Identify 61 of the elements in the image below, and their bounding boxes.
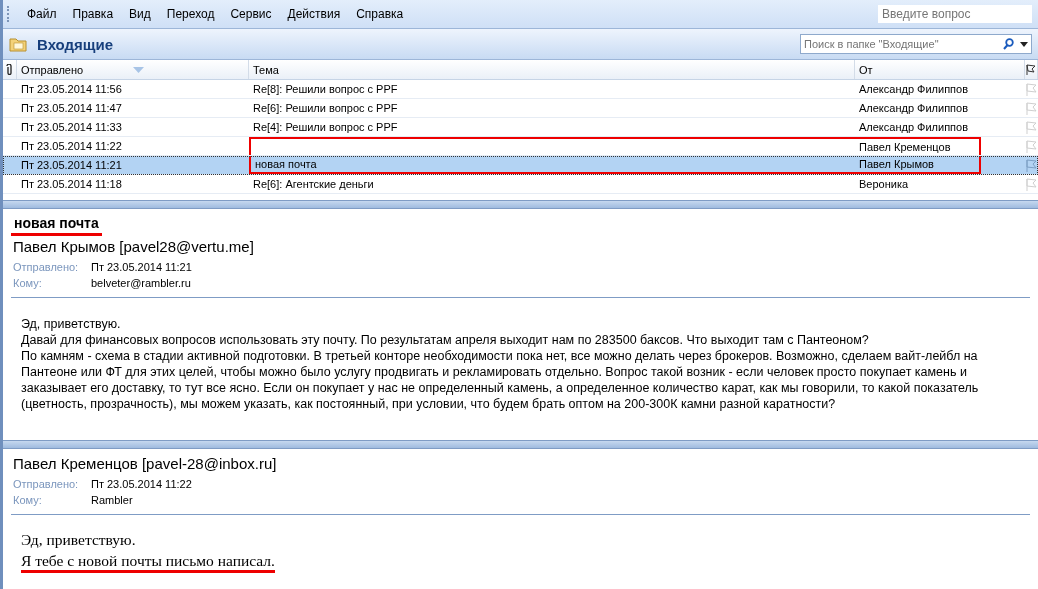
message-row[interactable]: Пт 23.05.2014 11:47 Re[6]: Решили вопрос с PPF Александр Филиппов (3, 99, 1038, 118)
message-sender: Павел Кременцов [pavel-28@inbox.ru] (13, 455, 278, 472)
table-cell: Пт 23.05.2014 11:18 (21, 178, 122, 190)
table-cell: Александр Филиппов (859, 121, 969, 133)
help-search-field[interactable]: Введите вопрос (878, 5, 1032, 23)
recipient: belveter@rambler.ru (91, 277, 191, 289)
table-cell: Пт 23.05.2014 11:33 (21, 121, 122, 133)
table-cell: Александр Филиппов (859, 83, 969, 95)
pane-splitter[interactable] (3, 440, 1038, 449)
menu-item[interactable]: Файл (19, 7, 65, 21)
message-row[interactable]: Пт 23.05.2014 11:18 Re[6]: Агентские деньги Вероника (3, 175, 1038, 194)
column-header[interactable]: Отправлено (17, 60, 249, 79)
table-cell: Пт 23.05.2014 11:21 (21, 159, 122, 171)
column-header[interactable] (3, 60, 17, 79)
message-subject: новая почта (11, 213, 102, 236)
sent-date: Пт 23.05.2014 11:22 (91, 478, 192, 490)
flag-icon (1026, 64, 1036, 75)
column-header[interactable] (1025, 60, 1038, 79)
menu-item[interactable]: Действия (279, 7, 349, 21)
folder-title: Входящие (37, 35, 114, 53)
field-label: Кому: (12, 277, 43, 289)
table-cell: Re[4]: Решили вопрос с PPF (253, 121, 398, 133)
table-cell: новая почта (255, 158, 317, 170)
menu-item[interactable]: Переход (158, 7, 223, 21)
message-row[interactable]: Пт 23.05.2014 11:56 Re[8]: Решили вопрос с PPF Александр Филиппов (3, 80, 1038, 99)
field-label: Кому: (12, 494, 43, 506)
table-cell: Александр Филиппов (859, 102, 969, 114)
recipient: Rambler (91, 494, 133, 506)
sent-date: Пт 23.05.2014 11:21 (91, 261, 192, 273)
body-text: Эд, приветствую. (21, 317, 121, 332)
table-cell: Re[6]: Агентские деньги (253, 178, 374, 190)
column-title: Тема (253, 63, 279, 76)
table-cell: Re[6]: Решили вопрос с PPF (253, 102, 398, 114)
folder-icon (9, 36, 27, 52)
table-cell: Пт 23.05.2014 11:22 (21, 140, 122, 152)
table-cell: Вероника (859, 178, 909, 190)
field-label: Отправлено: (12, 478, 80, 490)
table-cell: Павел Кременцов (859, 141, 951, 153)
paperclip-icon (6, 64, 13, 75)
table-cell: Re[8]: Решили вопрос с PPF (253, 83, 398, 95)
body-text: Я тебе с новой почты письмо написал. (21, 552, 275, 573)
column-header[interactable]: От (855, 60, 1025, 79)
pane-splitter[interactable] (3, 200, 1038, 209)
column-header[interactable]: Тема (249, 60, 855, 79)
column-title: От (859, 63, 873, 76)
body-text: По камням - схема в стадии активной подготовки. В третьей конторе необходимости пока нет, все можно делать через брокеров. Возможно, сделаем вайт-лейбл на Пантеоне или ФТ для этих целей, чтобы можно было услугу продвигать и рекламировать отдельно. Вопрос такой возник - если человек просто покупает камень и заказывает его доставку, то тут все ясно. Если он покупает у нас не определенный камень, а определенное количество карат, как мы говорили, то какой показатель (цветность, прозрачность), мы можем указать, как постоянный, при условии, что будем брать оптом на 200-300К камни разной каратности? (21, 349, 979, 412)
menu-item[interactable]: Сервис (222, 7, 280, 21)
table-cell: Павел Крымов (859, 158, 934, 170)
body-text: Эд, приветствую. (21, 531, 136, 549)
field-label: Отправлено: (12, 261, 80, 273)
menu-item[interactable]: Правка (64, 7, 122, 21)
column-title: Отправлено (21, 63, 84, 76)
table-cell: Пт 23.05.2014 11:47 (21, 102, 122, 114)
message-row[interactable]: Пт 23.05.2014 11:21 новая почта Павел Крымов (3, 156, 1038, 175)
message-sender: Павел Крымов [pavel28@vertu.me] (13, 238, 255, 255)
menu-item[interactable]: Справка (348, 7, 412, 21)
flag-icon[interactable] (1026, 158, 1038, 172)
message-row[interactable]: Пт 23.05.2014 11:33 Re[4]: Решили вопрос с PPF Александр Филиппов (3, 118, 1038, 137)
body-text: Давай для финансовых вопросов использовать эту почту. По результатам апреля выходит нам по 283500 баксов. Что выходит там с Пантеоном? (21, 333, 869, 348)
table-cell: Пт 23.05.2014 11:56 (21, 83, 122, 95)
menu-item[interactable]: Вид (121, 7, 159, 21)
